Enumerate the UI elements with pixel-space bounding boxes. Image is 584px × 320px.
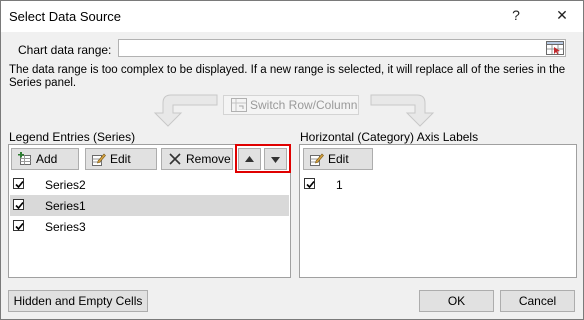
list-item-label: Series3 <box>45 220 86 234</box>
list-item[interactable]: Series1 <box>10 195 289 216</box>
add-label: Add <box>36 152 58 166</box>
edit-icon <box>92 152 106 166</box>
title-bar: Select Data Source ? ✕ <box>1 1 583 31</box>
list-item[interactable]: Series3 <box>10 216 289 237</box>
edit-icon <box>310 152 324 166</box>
cancel-button[interactable]: Cancel <box>500 290 575 312</box>
list-item[interactable]: Series2 <box>10 174 289 195</box>
checkbox[interactable] <box>304 178 315 189</box>
edit-axis-label: Edit <box>328 152 349 166</box>
edit-series-label: Edit <box>110 152 131 166</box>
switch-row-column-label: Switch Row/Column <box>250 98 358 112</box>
range-warning-text: The data range is too complex to be disp… <box>9 64 566 89</box>
hidden-empty-cells-button[interactable]: Hidden and Empty Cells <box>8 290 148 312</box>
select-data-source-dialog: Select Data Source ? ✕ Chart data range:… <box>0 0 584 320</box>
switch-row-column-button[interactable]: Switch Row/Column <box>223 95 359 115</box>
curved-arrow-left-icon <box>153 94 218 127</box>
checkbox[interactable] <box>13 220 24 231</box>
list-item-label: 1 <box>336 178 343 192</box>
chart-data-range-input[interactable] <box>118 39 566 57</box>
list-item[interactable]: 1 <box>301 174 575 195</box>
add-series-button[interactable]: Add <box>11 148 79 170</box>
range-picker-icon[interactable] <box>545 40 565 56</box>
switch-row-column-icon <box>231 98 247 112</box>
help-button[interactable]: ? <box>499 2 533 30</box>
axis-labels-heading: Horizontal (Category) Axis Labels <box>300 130 479 144</box>
close-button[interactable]: ✕ <box>545 2 579 30</box>
remove-x-icon <box>168 152 182 166</box>
edit-series-button[interactable]: Edit <box>85 148 157 170</box>
ok-button[interactable]: OK <box>419 290 494 312</box>
dialog-title: Select Data Source <box>9 9 122 24</box>
curved-arrow-right-icon <box>370 94 435 127</box>
chart-data-range-label: Chart data range: <box>18 43 112 57</box>
move-buttons-highlight-box <box>235 144 291 173</box>
edit-axis-labels-button[interactable]: Edit <box>303 148 373 170</box>
remove-label: Remove <box>186 152 231 166</box>
list-item-label: Series2 <box>45 178 86 192</box>
legend-entries-heading: Legend Entries (Series) <box>9 130 136 144</box>
list-item-label: Series1 <box>45 199 86 213</box>
checkbox[interactable] <box>13 199 24 210</box>
remove-series-button[interactable]: Remove <box>161 148 233 170</box>
checkbox[interactable] <box>13 178 24 189</box>
add-icon <box>18 152 32 166</box>
